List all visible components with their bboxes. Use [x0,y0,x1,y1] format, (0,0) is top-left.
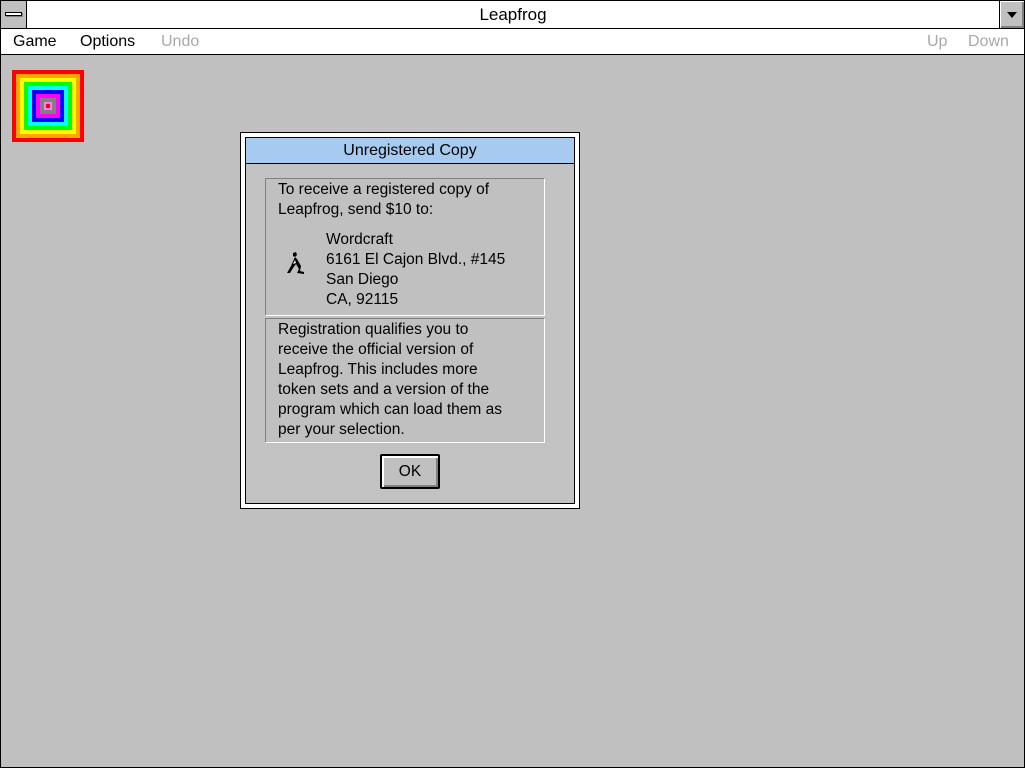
menu-undo[interactable]: Undo [161,29,199,54]
body-line: Leapfrog. This includes more [278,361,478,378]
window-title: Leapfrog [479,5,547,24]
down-arrow-icon [1007,12,1017,18]
menu-game[interactable]: Game [13,29,57,54]
menu-bar: Game Options Undo Up Down [1,29,1024,55]
system-menu-button[interactable] [1,1,27,28]
body-line: program which can load them as [278,401,503,418]
app-window: Leapfrog Game Options Undo Up Down Unreg… [0,0,1025,768]
concentric-squares-icon[interactable] [12,70,84,142]
body-line: receive the official version of [278,341,474,358]
body-line: Registration qualifies you to [278,321,469,338]
menu-options[interactable]: Options [80,29,135,54]
ok-button[interactable]: OK [380,454,440,489]
address-panel: To receive a registered copy of Leapfrog… [265,178,545,316]
body-line: token sets and a version of the [278,381,490,398]
address-line: Wordcraft [326,231,393,248]
address-line: San Diego [326,271,399,288]
intro-line: Leapfrog, send $10 to: [278,201,434,218]
intro-line: To receive a registered copy of [278,181,490,198]
title-bar: Leapfrog [1,1,1024,29]
body-line: per your selection. [278,421,405,438]
dialog-frame: Unregistered Copy To receive a registere… [245,137,575,504]
frog-mascot-icon [287,252,304,274]
address-line: 6161 El Cajon Blvd., #145 [326,251,506,268]
unregistered-copy-dialog: Unregistered Copy To receive a registere… [240,132,580,509]
registration-info-panel: Registration qualifies you to receive th… [265,318,545,443]
menu-up[interactable]: Up [927,29,947,54]
menu-down[interactable]: Down [968,29,1009,54]
dialog-title: Unregistered Copy [246,138,574,164]
maximize-button[interactable] [999,1,1024,28]
address-line: CA, 92115 [326,291,399,308]
system-menu-icon [5,12,22,16]
